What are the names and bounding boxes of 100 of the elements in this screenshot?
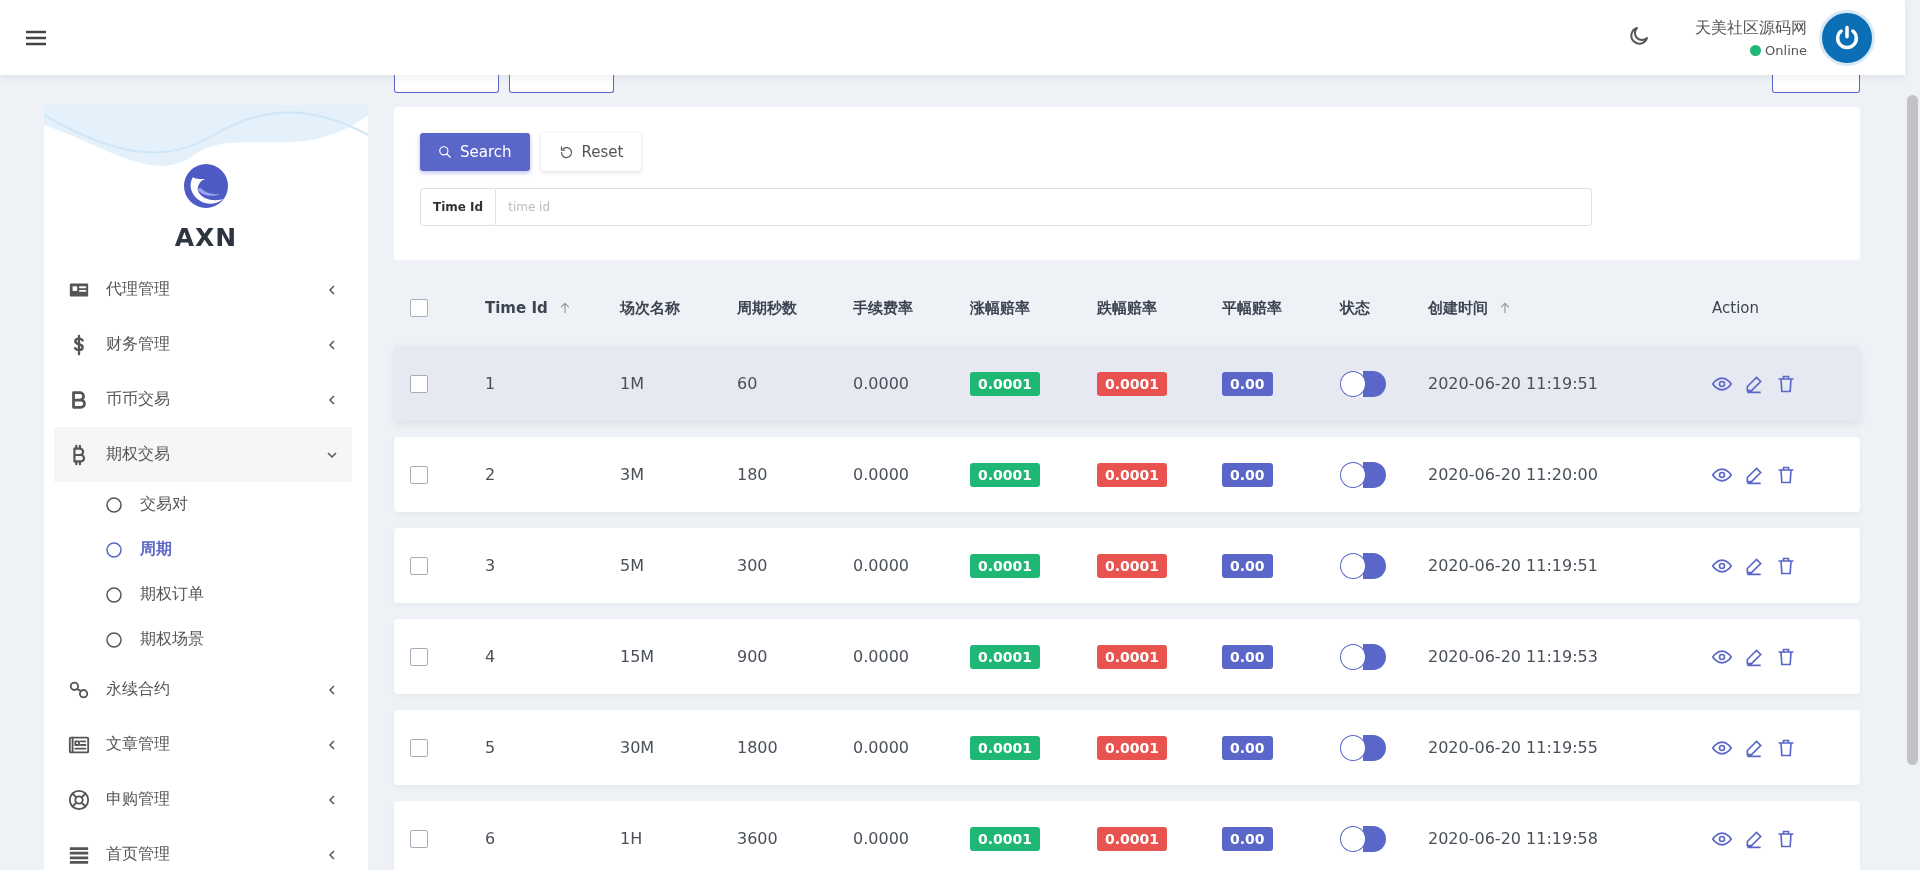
status-text: Online (1765, 42, 1807, 58)
column-header: 平幅赔率 (1222, 298, 1282, 318)
delete-icon[interactable] (1776, 555, 1796, 576)
table-cell: 0.0000 (853, 829, 909, 848)
menu-icon[interactable] (26, 29, 46, 46)
odds-badge: 0.0001 (1097, 826, 1168, 851)
chevron-left-icon (326, 338, 338, 351)
odds-badge: 0.00 (1222, 553, 1273, 578)
edit-icon[interactable] (1744, 555, 1764, 576)
row-checkbox[interactable] (410, 374, 428, 393)
submenu-item[interactable]: 交易对 (54, 482, 352, 527)
reset-icon (558, 144, 574, 160)
status-toggle[interactable] (1340, 643, 1386, 670)
table-cell: 3600 (737, 829, 778, 848)
menu-item[interactable]: 期权交易 (54, 427, 352, 482)
chevron-left-icon (326, 793, 338, 806)
odds-badge: 0.0001 (970, 826, 1041, 851)
table-cell: 0.0000 (853, 465, 909, 484)
menu-item[interactable]: 文章管理 (54, 717, 352, 772)
select-all-checkbox[interactable] (410, 299, 428, 317)
circle-icon (106, 496, 122, 513)
table-cell: 2020-06-20 11:19:51 (1428, 374, 1598, 393)
status-toggle[interactable] (1340, 370, 1386, 397)
table-cell: 1M (620, 374, 644, 393)
column-header: 涨幅赔率 (970, 298, 1030, 318)
lifebuoy-icon (68, 788, 90, 811)
chevron-left-icon (326, 393, 338, 406)
odds-badge: 0.0001 (970, 371, 1041, 396)
table-cell: 900 (737, 647, 768, 666)
table-cell: 1 (485, 374, 496, 393)
menu-item[interactable]: 代理管理 (54, 262, 352, 317)
table-cell: 0.0000 (853, 738, 909, 757)
edit-icon[interactable] (1744, 737, 1764, 758)
menu-item[interactable]: 申购管理 (54, 772, 352, 827)
circle-icon (106, 541, 122, 558)
column-header: 场次名称 (620, 298, 680, 318)
column-header: 状态 (1340, 298, 1370, 318)
row-checkbox[interactable] (410, 647, 428, 666)
submenu-item[interactable]: 期权场景 (54, 617, 352, 662)
circle-icon (106, 586, 122, 603)
edit-icon[interactable] (1744, 464, 1764, 485)
status-toggle[interactable] (1340, 734, 1386, 761)
table-cell: 0.0000 (853, 556, 909, 575)
toolbar-button[interactable] (509, 75, 614, 93)
table-cell: 3 (485, 556, 496, 575)
scrollbar-thumb[interactable] (1907, 95, 1918, 765)
delete-icon[interactable] (1776, 464, 1796, 485)
odds-badge: 0.0001 (970, 462, 1041, 487)
status-toggle[interactable] (1340, 552, 1386, 579)
table-cell: 2020-06-20 11:19:51 (1428, 556, 1598, 575)
table-cell: 6 (485, 829, 496, 848)
table-cell: 180 (737, 465, 768, 484)
time-id-field[interactable]: time id (496, 188, 1592, 226)
status-toggle[interactable] (1340, 461, 1386, 488)
menu-item[interactable]: 永续合约 (54, 662, 352, 717)
table-cell: 5M (620, 556, 644, 575)
table-cell: 2020-06-20 11:19:53 (1428, 647, 1598, 666)
status-dot (1750, 44, 1762, 56)
field-label: Time Id (420, 188, 497, 226)
menu-item[interactable]: 财务管理 (54, 317, 352, 372)
user-name: 天美社区源码网 (1695, 17, 1807, 39)
toolbar-button[interactable] (394, 75, 499, 93)
row-checkbox[interactable] (410, 738, 428, 757)
delete-icon[interactable] (1776, 373, 1796, 394)
odds-badge: 0.0001 (1097, 644, 1168, 669)
table-cell: 2020-06-20 11:19:55 (1428, 738, 1598, 757)
table-cell: 300 (737, 556, 768, 575)
row-checkbox[interactable] (410, 829, 428, 848)
table-cell: 1H (620, 829, 643, 848)
toolbar-button[interactable] (1772, 75, 1860, 93)
row-checkbox[interactable] (410, 556, 428, 575)
menu-item[interactable]: 币币交易 (54, 372, 352, 427)
delete-icon[interactable] (1776, 646, 1796, 667)
status-toggle[interactable] (1340, 825, 1386, 852)
search-button[interactable]: Search (420, 133, 530, 171)
column-header[interactable]: 创建时间 (1428, 298, 1488, 318)
edit-icon[interactable] (1744, 373, 1764, 394)
menu-item[interactable]: 首页管理 (54, 827, 352, 870)
table-cell: 2020-06-20 11:19:58 (1428, 829, 1598, 848)
odds-badge: 0.0001 (970, 553, 1041, 578)
table-cell: 5 (485, 738, 496, 757)
edit-icon[interactable] (1744, 828, 1764, 849)
odds-badge: 0.0001 (970, 735, 1041, 760)
delete-icon[interactable] (1776, 828, 1796, 849)
submenu-item[interactable]: 周期 (54, 527, 352, 572)
search-icon (438, 145, 452, 159)
delete-icon[interactable] (1776, 737, 1796, 758)
table-cell: 60 (737, 374, 758, 393)
brand-name: AXN (174, 223, 238, 252)
table-cell: 0.0000 (853, 647, 909, 666)
odds-badge: 0.00 (1222, 462, 1273, 487)
edit-icon[interactable] (1744, 646, 1764, 667)
chevron-left-icon (326, 848, 338, 861)
row-checkbox[interactable] (410, 465, 428, 484)
odds-badge: 0.00 (1222, 826, 1273, 851)
column-header[interactable]: Time Id (485, 299, 548, 317)
logo-icon (183, 163, 229, 209)
odds-badge: 0.0001 (1097, 462, 1168, 487)
reset-button[interactable]: Reset (540, 133, 642, 171)
submenu-item[interactable]: 期权订单 (54, 572, 352, 617)
